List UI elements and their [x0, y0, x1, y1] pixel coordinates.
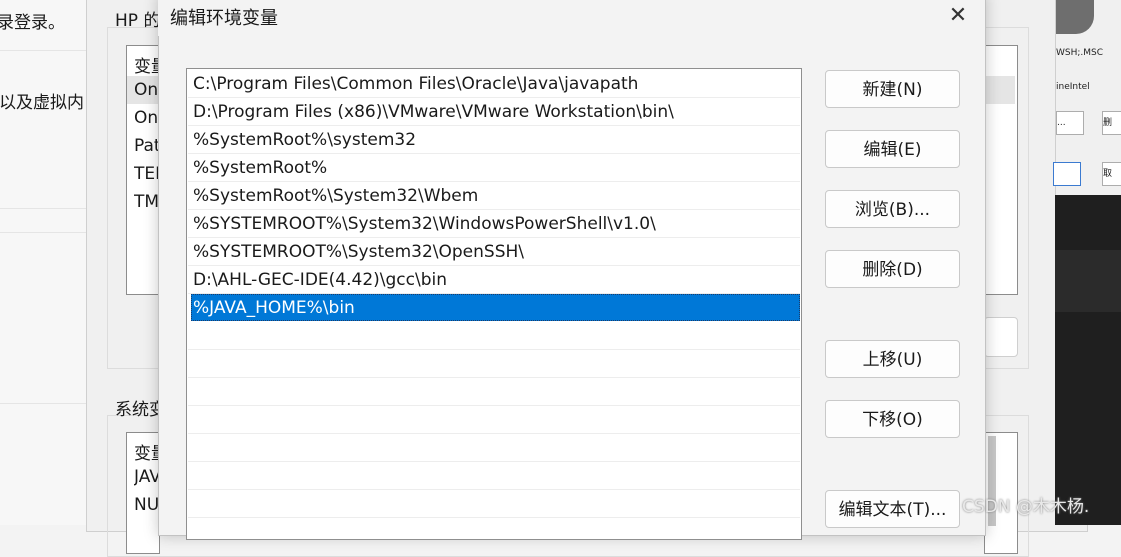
row-separator: [188, 433, 800, 434]
path-item[interactable]: %SYSTEMROOT%\System32\WindowsPowerShell\…: [193, 210, 800, 238]
user-variable-row[interactable]: TEI: [134, 164, 158, 184]
user-variables-button-partial[interactable]: [984, 317, 1018, 357]
settings-divider: [0, 50, 100, 51]
user-variables-selected-row-right: [985, 76, 1015, 104]
row-separator: [188, 349, 800, 350]
browse-button[interactable]: 浏览(B)...: [825, 190, 960, 228]
user-variable-row[interactable]: On: [134, 80, 158, 100]
settings-page-background: [0, 0, 100, 525]
user-variables-group-title: HP 的: [115, 11, 161, 31]
settings-text-virtual-memory: 以及虚拟内: [0, 93, 84, 113]
settings-divider: [0, 232, 100, 233]
move-down-button[interactable]: 下移(O): [825, 400, 960, 438]
row-separator: [188, 461, 800, 462]
path-item[interactable]: %SYSTEMROOT%\System32\OpenSSH\: [193, 238, 800, 266]
system-variable-row[interactable]: JAV: [134, 467, 158, 487]
pathext-text: WSH;.MSC: [1056, 48, 1104, 58]
system-properties-cancel-button[interactable]: 取: [1102, 162, 1121, 186]
path-item[interactable]: %SystemRoot%\system32: [193, 126, 800, 154]
system-variables-header: 变量: [134, 444, 158, 464]
system-variables-group-title: 系统变: [115, 400, 160, 420]
user-variables-header: 变量: [134, 57, 158, 77]
system-properties-button[interactable]: ...: [1056, 111, 1084, 135]
processor-text: ineIntel: [1056, 82, 1090, 92]
edit-button[interactable]: 编辑(E): [825, 130, 960, 168]
user-variable-row[interactable]: TM: [134, 192, 158, 212]
dialog-title: 编辑环境变量: [170, 8, 278, 29]
user-photo: [1056, 0, 1094, 34]
path-item[interactable]: D:\Program Files (x86)\VMware\VMware Wor…: [193, 98, 800, 126]
settings-text-login: 录登录。: [0, 13, 65, 33]
system-properties-delete-button[interactable]: 删: [1102, 111, 1121, 135]
system-properties-ok-button[interactable]: [1053, 162, 1081, 186]
path-item[interactable]: D:\AHL-GEC-IDE(4.42)\gcc\bin: [193, 266, 800, 294]
row-separator: [188, 489, 800, 490]
settings-divider: [0, 403, 100, 404]
user-variable-row[interactable]: On: [134, 108, 158, 128]
user-variable-row[interactable]: Pat: [134, 136, 158, 156]
path-item[interactable]: C:\Program Files\Common Files\Oracle\Jav…: [193, 70, 800, 98]
row-separator: [188, 405, 800, 406]
row-separator: [188, 517, 800, 518]
path-item[interactable]: %SystemRoot%: [193, 154, 800, 182]
new-button[interactable]: 新建(N): [825, 70, 960, 108]
dialog-titlebar[interactable]: [158, 0, 984, 36]
path-item-selected[interactable]: %JAVA_HOME%\bin: [193, 294, 800, 322]
edit-text-button[interactable]: 编辑文本(T)...: [825, 490, 960, 528]
move-up-button[interactable]: 上移(U): [825, 340, 960, 378]
desktop-dark-strip: [1055, 250, 1121, 312]
settings-divider: [0, 208, 100, 209]
desktop-dark-area: [1055, 195, 1121, 525]
delete-button[interactable]: 删除(D): [825, 250, 960, 288]
csdn-watermark: CSDN @木木杨.: [962, 497, 1090, 517]
row-separator: [188, 377, 800, 378]
system-variable-row[interactable]: NU: [134, 495, 158, 515]
close-icon[interactable]: ✕: [944, 2, 972, 30]
path-item[interactable]: %SystemRoot%\System32\Wbem: [193, 182, 800, 210]
